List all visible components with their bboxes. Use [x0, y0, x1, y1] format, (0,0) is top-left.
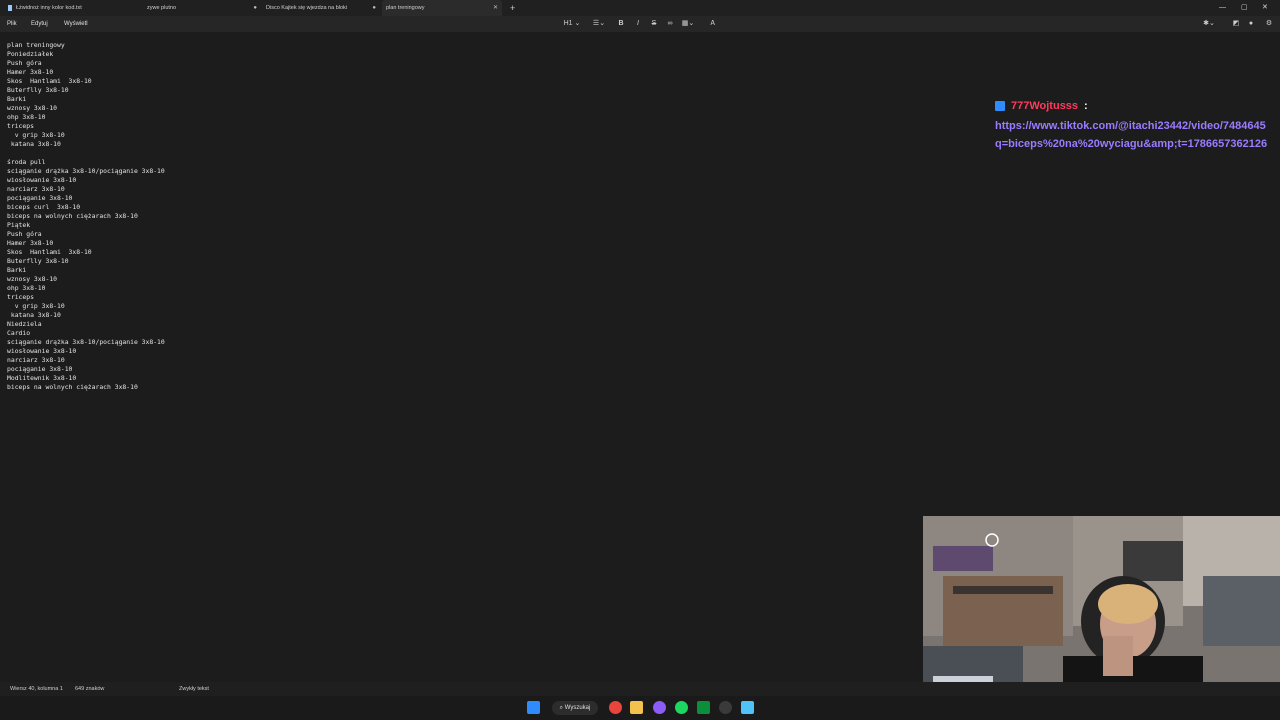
close-icon[interactable]: ●: [253, 0, 257, 16]
document-line: plan treningowy: [7, 41, 65, 49]
document-line: sciąganie drążka 3x8-10/pociąganie 3x8-1…: [7, 338, 165, 346]
character-count: 649 znaków: [75, 686, 105, 692]
chrome-icon[interactable]: [609, 701, 622, 714]
document-line: Poniedziałek: [7, 50, 54, 58]
settings-icon[interactable]: ⚙: [1264, 16, 1274, 32]
close-icon[interactable]: ✕: [493, 0, 498, 16]
tab-4-label: plan treningowy: [386, 5, 425, 11]
document-line: wiosłowanie 3x8-10: [7, 176, 77, 184]
document-line: pociąganie 3x8-10: [7, 194, 73, 202]
document-icon: [8, 4, 12, 11]
document-line: wznosy 3x8-10: [7, 275, 58, 283]
chat-username: 777Wojtusss: [1011, 100, 1079, 112]
close-icon[interactable]: ●: [372, 0, 376, 16]
table-icon[interactable]: ▦⌄: [681, 16, 695, 32]
document-line: wznosy 3x8-10: [7, 104, 58, 112]
tab-1[interactable]: Łżwidnoż inny kolor kod.txt: [8, 0, 136, 16]
spotify-icon[interactable]: [675, 701, 688, 714]
document-line: biceps na wolnych ciężarach 3x8-10: [7, 212, 138, 220]
list-icon[interactable]: ☰⌄: [590, 16, 608, 32]
document-line: wiosłowanie 3x8-10: [7, 347, 77, 355]
search-icon: ⌕: [559, 705, 564, 711]
taskbar: ⌕ Wyszukaj: [0, 696, 1280, 720]
document-line: v grip 3x8-10: [7, 131, 65, 139]
tab-3[interactable]: Disco Kajtek się wjezdza na bloki ●: [266, 0, 376, 16]
link-icon[interactable]: ∞: [665, 16, 675, 32]
bold-icon[interactable]: B: [616, 16, 626, 32]
clear-formatting-icon[interactable]: Ꭺ: [708, 16, 718, 32]
tab-2-label: zywe plutno: [147, 5, 177, 11]
document-line: Modlitewnik 3x8-10: [7, 374, 77, 382]
document-line: Hamer 3x8-10: [7, 239, 54, 247]
document-line: katana 3x8-10: [7, 311, 61, 319]
document-line: katana 3x8-10: [7, 140, 61, 148]
start-icon[interactable]: [527, 701, 540, 714]
document-line: narciarz 3x8-10: [7, 185, 65, 193]
document-line: biceps curl 3x8-10: [7, 203, 81, 211]
maximize-icon[interactable]: ▢: [1241, 0, 1248, 16]
file-explorer-icon[interactable]: [630, 701, 643, 714]
chat-overlay: 777Wojtusss : https://www.tiktok.com/@it…: [995, 99, 1280, 151]
document-line: Niedziela: [7, 320, 42, 328]
close-window-icon[interactable]: ✕: [1262, 0, 1268, 16]
document-line: ohp 3x8-10: [7, 113, 46, 121]
document-line: Skos Hantlami 3x8-10: [7, 77, 92, 85]
minimize-icon[interactable]: —: [1219, 0, 1226, 16]
chat-message: https://www.tiktok.com/@itachi23442/vide…: [995, 120, 1268, 150]
document-line: v grip 3x8-10: [7, 302, 65, 310]
document-line: pociąganie 3x8-10: [7, 365, 73, 373]
document-line: [7, 149, 165, 158]
menu-edit[interactable]: Edytuj: [31, 16, 48, 32]
tab-4[interactable]: plan treningowy ✕: [382, 0, 502, 16]
document-line: biceps na wolnych ciężarach 3x8-10: [7, 383, 138, 391]
chat-badge-icon: [995, 101, 1005, 111]
heading-label: H1: [563, 20, 573, 27]
document-line: triceps: [7, 122, 34, 130]
tab-3-label: Disco Kajtek się wjezdza na bloki: [266, 5, 348, 11]
document-line: Skos Hantlami 3x8-10: [7, 248, 92, 256]
document-line: Buterflly 3x8-10: [7, 86, 69, 94]
document-line: Push góra: [7, 59, 42, 67]
messenger-icon[interactable]: [653, 701, 666, 714]
document-line: środa pull: [7, 158, 46, 166]
document-line: Barki: [7, 95, 27, 103]
document-line: Push góra: [7, 230, 42, 238]
copilot-icon[interactable]: ✱⌄: [1202, 16, 1216, 32]
document-line: triceps: [7, 293, 34, 301]
strikethrough-icon[interactable]: S: [649, 16, 659, 32]
menu-view[interactable]: Wyświetl: [64, 16, 88, 32]
cursor-position: Wiersz 40, kolumna 1: [10, 686, 63, 692]
search-label: Wyszukaj: [564, 705, 591, 711]
heading-dropdown[interactable]: H1 ⌄: [562, 16, 582, 32]
media-player-icon[interactable]: [697, 701, 710, 714]
chevron-down-icon: ⌄: [574, 20, 581, 27]
new-tab-button[interactable]: +: [510, 0, 515, 16]
tab-2[interactable]: zywe plutno ●: [147, 0, 257, 16]
menu-file[interactable]: Plik: [7, 16, 17, 32]
share-icon[interactable]: ◩: [1231, 16, 1241, 32]
search-box[interactable]: ⌕ Wyszukaj: [552, 701, 598, 715]
menu-bar: Plik Edytuj Wyświetl H1 ⌄ ☰⌄ B I S ∞ ▦⌄ …: [0, 16, 1280, 32]
notepad-icon[interactable]: [741, 701, 754, 714]
document-line: Hamer 3x8-10: [7, 68, 54, 76]
document-line: Barki: [7, 266, 27, 274]
obs-icon[interactable]: [719, 701, 732, 714]
profile-icon[interactable]: ●: [1246, 16, 1256, 32]
chat-colon: :: [1084, 100, 1088, 112]
italic-icon[interactable]: I: [633, 16, 643, 32]
status-bar: Wiersz 40, kolumna 1 649 znaków Zwykły t…: [0, 682, 1280, 696]
document-line: ohp 3x8-10: [7, 284, 46, 292]
document-line: Buterflly 3x8-10: [7, 257, 69, 265]
document-line: Piątek: [7, 221, 31, 229]
tab-bar: Łżwidnoż inny kolor kod.txt zywe plutno ●…: [0, 0, 1280, 16]
document-line: Cardio: [7, 329, 31, 337]
document-text: plan treningowy Poniedziałek Push góra Hame…: [7, 41, 165, 392]
tab-1-label: Łżwidnoż inny kolor kod.txt: [16, 5, 82, 11]
document-line: narciarz 3x8-10: [7, 356, 65, 364]
text-format[interactable]: Zwykły tekst: [179, 682, 209, 696]
document-line: sciąganie drążka 3x8-10/pociąganie 3x8-1…: [7, 167, 165, 175]
